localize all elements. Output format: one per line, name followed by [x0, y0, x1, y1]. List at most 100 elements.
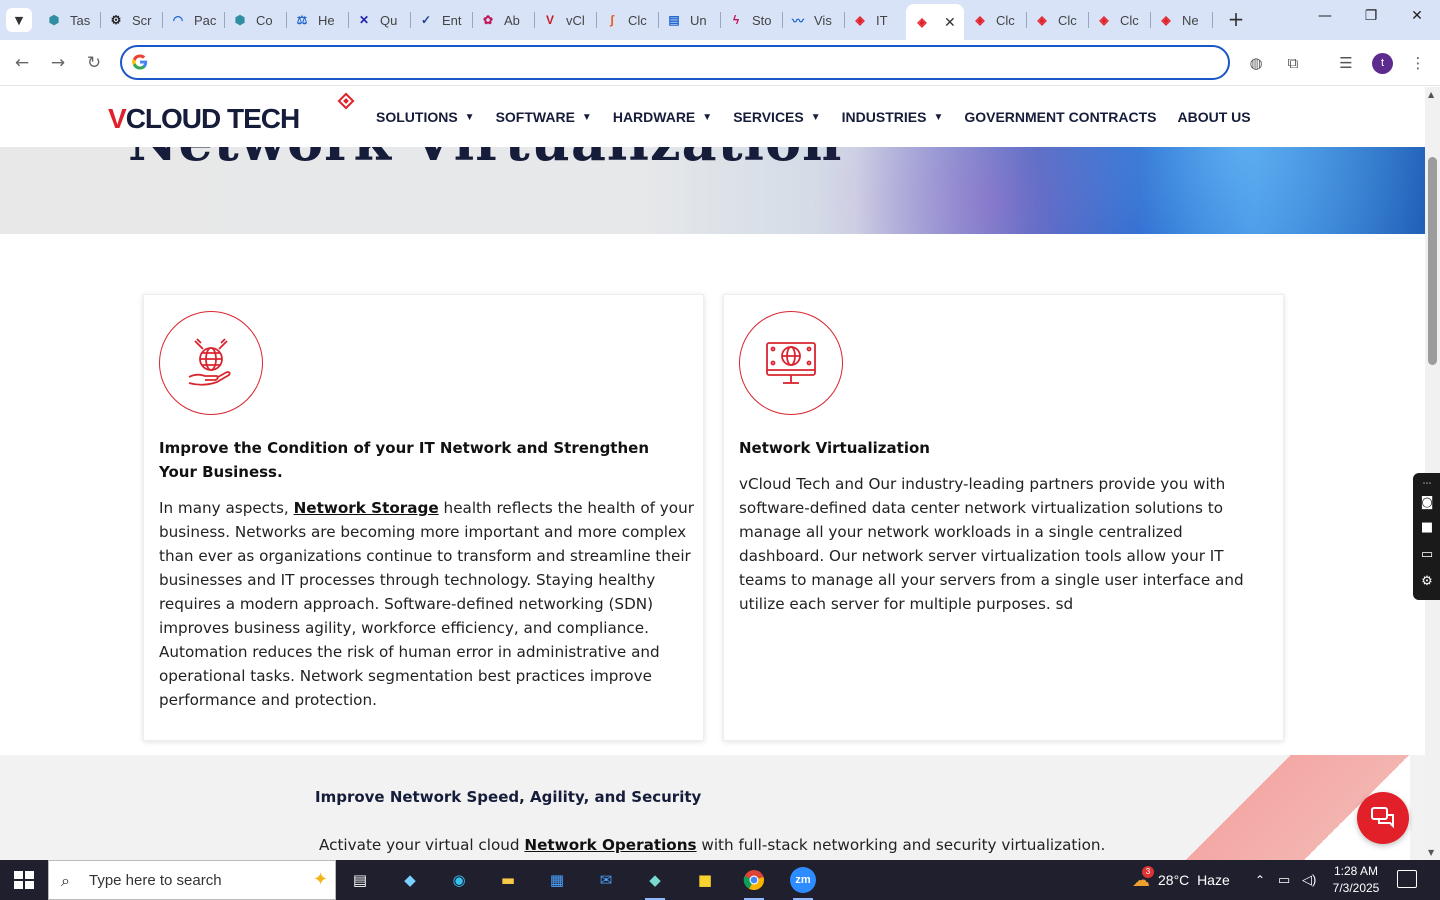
scroll-up-icon[interactable]: ▲	[1428, 90, 1434, 99]
card-body: In many aspects, Network Storage health …	[159, 499, 694, 709]
address-input[interactable]	[156, 51, 1216, 75]
tab-label: Un	[690, 12, 707, 28]
nav-item-solutions[interactable]: SOLUTIONS ▼	[376, 109, 475, 125]
v-logo-icon: V	[545, 13, 554, 27]
nav-item-industries[interactable]: INDUSTRIES ▼	[842, 109, 944, 125]
new-tab-button[interactable]: +	[1225, 9, 1247, 31]
profile-avatar[interactable]: t	[1372, 53, 1393, 74]
browser-tab[interactable]: ⚙ Scr	[100, 6, 162, 34]
tab-label: Clc	[628, 12, 647, 28]
nav-item-hardware[interactable]: HARDWARE ▼	[613, 109, 712, 125]
speed-agility-section: Improve Network Speed, Agility, and Secu…	[0, 755, 1425, 860]
check-icon: ✓	[420, 13, 432, 27]
browser-tab[interactable]: ◈ Ne	[1150, 6, 1212, 34]
chat-widget-button[interactable]	[1357, 792, 1409, 844]
store-icon[interactable]: ▦	[541, 866, 573, 894]
nav-item-government-contracts[interactable]: GOVERNMENT CONTRACTS	[964, 109, 1156, 125]
tray-chevron-icon[interactable]: ⌃	[1255, 860, 1265, 900]
browser-tab[interactable]: ⬢ Tas	[38, 6, 100, 34]
nav-item-label: HARDWARE	[612, 109, 696, 125]
tab-label: vCl	[566, 12, 585, 28]
reload-button[interactable]: ↻	[83, 52, 105, 74]
system-clock[interactable]: 1:28 AM 7/3/2025	[1326, 863, 1386, 897]
video-icon[interactable]: ■	[1418, 520, 1436, 536]
tab-label: Ent	[442, 12, 462, 28]
figma-icon: ✿	[482, 13, 494, 27]
media-controls-icon[interactable]: ☰	[1335, 52, 1357, 74]
weather-widget[interactable]: ☁ 3 28°C Haze	[1132, 860, 1230, 900]
vcloud-icon: ◈	[917, 15, 927, 29]
hexagon-teal-icon: ⬢	[48, 13, 60, 27]
nav-item-software[interactable]: SOFTWARE ▼	[496, 109, 592, 125]
notification-center-icon[interactable]	[1397, 870, 1417, 888]
doc-icon: ▤	[668, 13, 680, 27]
browser-tab[interactable]: ◈ Clc	[1088, 6, 1150, 34]
tab-strip: ▼ ⬢ Tas ⚙ Scr ◠ Pac ⬢ Co ⚖ He ✕ Qu ✓ Ent ✿ Ab VvCl ʃ Clc ▤ U…	[0, 0, 1440, 40]
translate-icon[interactable]: ◍	[1245, 52, 1267, 74]
browser-tab[interactable]: ▤ Un	[658, 6, 720, 34]
scroll-thumb[interactable]	[1428, 157, 1437, 365]
windows-start-icon[interactable]	[14, 871, 34, 889]
settings-gear-icon[interactable]: ⚙	[1418, 574, 1436, 590]
app-diamond-icon[interactable]: ◆	[639, 866, 671, 900]
minimize-button[interactable]: —	[1302, 8, 1348, 32]
taskbar-search[interactable]: ⌕ Type here to search ✦	[48, 860, 336, 900]
scroll-down-icon[interactable]: ▼	[1428, 848, 1434, 857]
monitor-globe-icon	[739, 311, 843, 415]
chrome-icon[interactable]	[738, 866, 770, 900]
extensions-icon[interactable]: ⧉	[1282, 52, 1304, 74]
menu-kebab-icon[interactable]: ⋮	[1407, 52, 1429, 74]
browser-tab[interactable]: ʃ Clc	[596, 6, 658, 34]
browser-tab[interactable]: ϟ Sto	[720, 6, 782, 34]
browser-tab[interactable]: ◈ ✕	[906, 4, 964, 40]
nav-item-label: SOLUTIONS	[376, 109, 458, 125]
tab-search-button[interactable]: ▼	[6, 8, 32, 32]
vcloud-logo[interactable]: VCLOUD TECH	[108, 92, 358, 143]
copilot-icon[interactable]: ◆	[394, 866, 426, 894]
browser-tab[interactable]: VvCl	[534, 6, 596, 34]
tab-label: He	[318, 12, 335, 28]
back-button[interactable]: ←	[11, 52, 33, 74]
address-bar[interactable]	[120, 45, 1230, 80]
camera-icon[interactable]: ◙	[1418, 495, 1436, 511]
vcloud-icon: ◈	[855, 13, 865, 27]
restore-button[interactable]: ❐	[1348, 8, 1394, 32]
network-icon[interactable]: ▭	[1278, 860, 1290, 900]
zoom-icon[interactable]: zm	[787, 866, 819, 900]
weather-badge: 3	[1142, 865, 1154, 878]
pin-icon[interactable]: ⋯	[1418, 476, 1436, 492]
caret-down-icon: ▼	[581, 111, 592, 123]
tab-label: Qu	[380, 12, 398, 28]
network-storage-link[interactable]: Network Storage	[294, 499, 439, 517]
edge-icon[interactable]: ◉	[443, 866, 475, 894]
sticky-notes-icon[interactable]: ■	[689, 866, 721, 894]
browser-tab[interactable]: ✓ Ent	[410, 6, 472, 34]
file-explorer-icon[interactable]: ▬	[492, 866, 524, 894]
nav-item-label: SERVICES	[733, 109, 804, 125]
tab-label: Clc	[1058, 12, 1077, 28]
nav-item-about-us[interactable]: ABOUT US	[1177, 109, 1250, 125]
browser-tab[interactable]: ✕ Qu	[348, 6, 410, 34]
volume-icon[interactable]: ◁)	[1302, 860, 1316, 900]
mail-icon[interactable]: ✉	[590, 866, 622, 894]
tab-label: Sto	[752, 12, 772, 28]
browser-tab[interactable]: ⚖ He	[286, 6, 348, 34]
window-icon[interactable]: ▭	[1418, 547, 1436, 563]
close-tab-icon[interactable]: ✕	[944, 14, 956, 31]
browser-tab[interactable]: ✿ Ab	[472, 6, 534, 34]
browser-tab[interactable]: ◈ IT	[844, 6, 906, 34]
browser-tab[interactable]: ◈ Clc	[964, 6, 1026, 34]
browser-tab[interactable]: 〰 Vis	[782, 6, 844, 34]
browser-tab[interactable]: ⬢ Co	[224, 6, 286, 34]
network-operations-link[interactable]: Network Operations	[524, 836, 696, 854]
card-title: Network Virtualization	[739, 439, 930, 457]
browser-tab[interactable]: ◈ Clc	[1026, 6, 1088, 34]
forward-button[interactable]: →	[47, 52, 69, 74]
close-window-button[interactable]: ✕	[1394, 8, 1440, 32]
windows-taskbar: ⌕ Type here to search ✦ ▤ ◆ ◉ ▬ ▦ ✉ ◆ ■ …	[0, 860, 1440, 900]
tab-label: Ne	[1182, 12, 1199, 28]
browser-tab[interactable]: ◠ Pac	[162, 6, 224, 34]
task-view-icon[interactable]: ▤	[344, 866, 376, 894]
weather-desc: Haze	[1197, 872, 1230, 888]
nav-item-services[interactable]: SERVICES ▼	[733, 109, 820, 125]
